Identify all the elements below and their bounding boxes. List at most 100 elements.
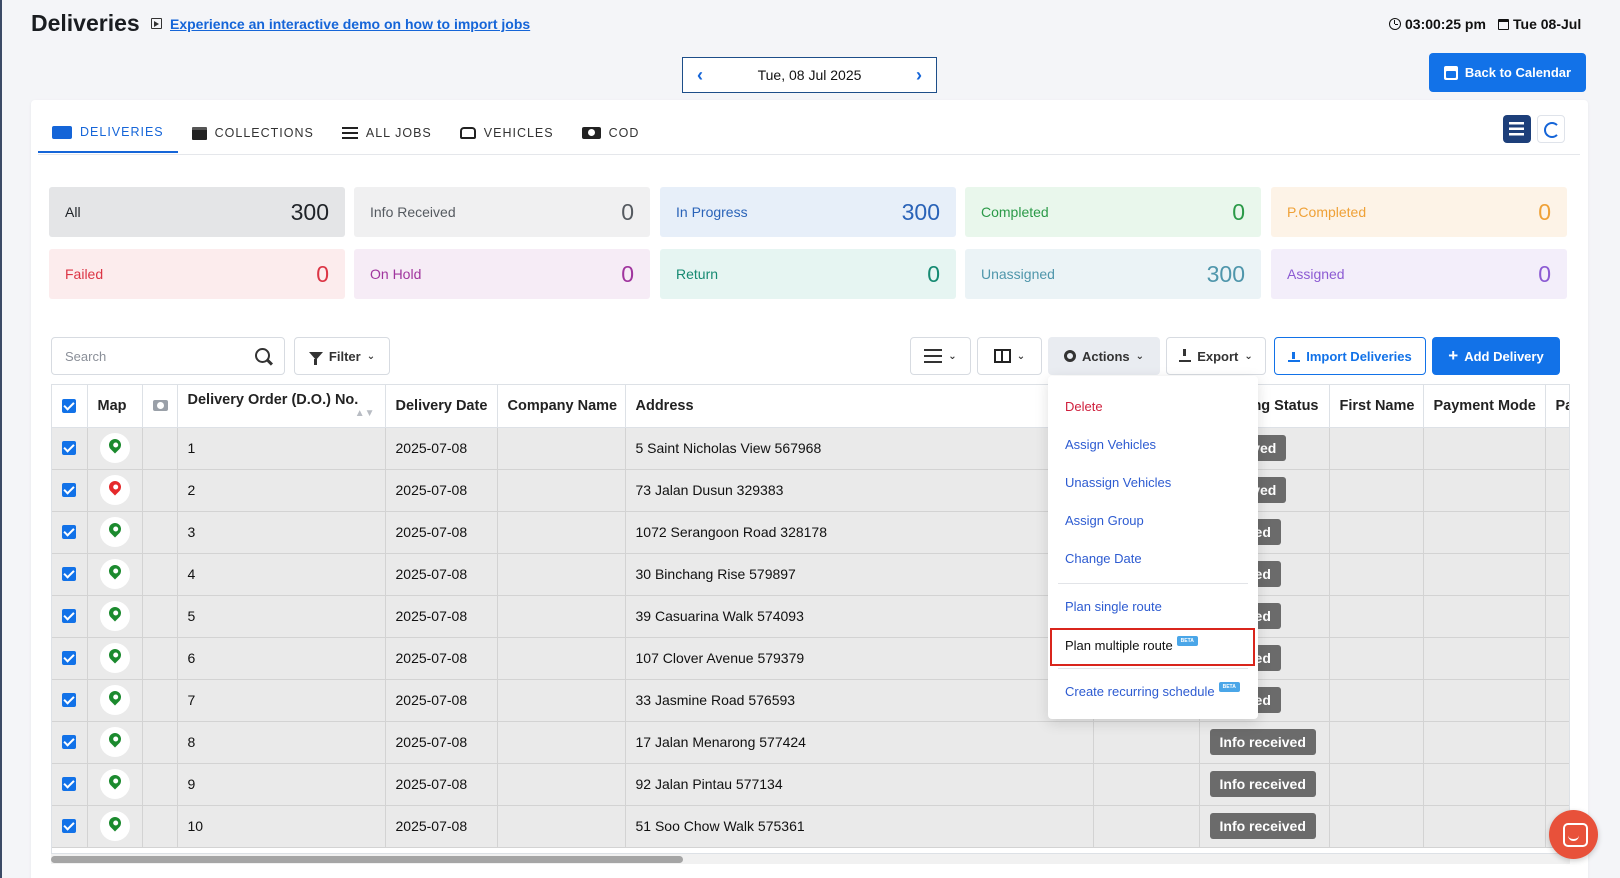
do-no-cell[interactable]: 2 [177,469,386,512]
add-delivery-button[interactable]: + Add Delivery [1432,337,1560,375]
status-tile-failed[interactable]: Failed 0 [49,249,345,299]
map-cell [87,595,143,638]
do-no-cell[interactable]: 10 [177,805,386,848]
chat-launcher-button[interactable] [1549,810,1598,859]
table-row[interactable]: 72025-07-0833 Jasmine Road 576593eceived [52,679,1569,722]
do-no-cell[interactable]: 4 [177,553,386,596]
map-pin-button[interactable] [99,769,130,799]
scrollbar-thumb[interactable] [51,856,683,863]
map-pin-button[interactable] [99,643,130,673]
map-pin-button[interactable] [99,517,130,547]
payment-mode-cell [1423,763,1546,806]
col-pa[interactable]: Pa [1545,385,1569,428]
do-no-cell[interactable]: 8 [177,721,386,764]
do-no-cell[interactable]: 3 [177,511,386,554]
row-checkbox[interactable] [62,483,77,497]
table-row[interactable]: 9 2025-07-08 92 Jalan Pintau 577134 Info re… [52,763,1569,806]
do-no-cell[interactable]: 9 [177,763,386,806]
address-cell: 33 Jasmine Road 576593 [625,679,1094,722]
do-no-cell[interactable]: 5 [177,595,386,638]
menu-item-label: Assign Vehicles [1065,437,1157,452]
tab-cod[interactable]: COD [568,113,654,153]
actions-button[interactable]: Actions ⌄ [1048,337,1160,375]
col-company-name[interactable]: Company Name [497,385,626,428]
table-row[interactable]: 42025-07-0830 Binchang Rise 579897eceive… [52,553,1569,596]
col-first-name[interactable]: First Name [1329,385,1424,428]
map-pin-button[interactable] [99,433,130,463]
tab-collections[interactable]: Collections [178,113,328,153]
map-pin-button[interactable] [99,685,130,715]
map-pin-button[interactable] [99,727,130,757]
table-row[interactable]: 8 2025-07-08 17 Jalan Menarong 577424 Info … [52,721,1569,764]
column-settings-button[interactable]: ⌄ [910,337,971,375]
horizontal-scrollbar[interactable] [51,854,1570,864]
search-input[interactable] [65,348,245,364]
menu-item-plan-single-route[interactable]: Plan single route [1065,599,1162,614]
first-name-cell [1329,763,1424,806]
prev-date-button[interactable]: ‹ [697,65,703,86]
menu-item-delete[interactable]: Delete [1065,399,1103,414]
do-no-cell[interactable]: 7 [177,679,386,722]
tab-deliveries[interactable]: Deliveries [38,113,178,153]
row-checkbox[interactable] [62,609,77,623]
row-checkbox[interactable] [62,777,77,791]
row-checkbox[interactable] [62,819,77,833]
map-pin-button[interactable] [99,811,130,841]
status-tile-in-progress[interactable]: In Progress 300 [660,187,956,237]
chevron-down-icon: ⌄ [1016,350,1026,362]
list-view-button[interactable] [1503,115,1531,143]
table-row[interactable]: 52025-07-0839 Casuarina Walk 574093eceiv… [52,595,1569,638]
selected-date[interactable]: Tue, 08 Jul 2025 [758,67,862,83]
table-row[interactable]: 12025-07-085 Saint Nicholas View 567968r… [52,427,1569,470]
highlight-box [1050,628,1255,666]
tab-all-jobs[interactable]: All Jobs [328,113,446,153]
do-no-cell[interactable]: 1 [177,427,386,470]
status-tile-on-hold[interactable]: On Hold 0 [354,249,650,299]
menu-item-assign-vehicles[interactable]: Assign Vehicles [1065,437,1156,452]
status-tile-info-received[interactable]: Info Received 0 [354,187,650,237]
menu-item-create-recurring-schedule[interactable]: Create recurring schedule BETA [1065,682,1240,699]
menu-item-change-date[interactable]: Change Date [1065,551,1142,566]
row-checkbox[interactable] [62,651,77,665]
back-to-calendar-button[interactable]: Back to Calendar [1429,53,1586,92]
next-date-button[interactable]: › [916,65,922,86]
import-deliveries-button[interactable]: Import Deliveries [1274,337,1426,375]
col-map[interactable]: Map [87,385,143,428]
map-cell [87,637,143,680]
export-button[interactable]: Export ⌄ [1166,337,1266,375]
tab-vehicles[interactable]: Vehicles [446,113,568,153]
map-pin-button[interactable] [99,475,130,505]
do-no-cell[interactable]: 6 [177,637,386,680]
table-row[interactable]: 62025-07-08107 Clover Avenue 579379eceiv… [52,637,1569,680]
column-layout-button[interactable]: ⌄ [977,337,1042,375]
status-tile-unassigned[interactable]: Unassigned 300 [965,249,1261,299]
status-tile-completed[interactable]: Completed 0 [965,187,1261,237]
row-checkbox[interactable] [62,525,77,539]
sort-icon[interactable]: ▲▼ [355,408,375,419]
status-tile-assigned[interactable]: Assigned 0 [1271,249,1567,299]
status-tile-return[interactable]: Return 0 [660,249,956,299]
table-row[interactable]: 10 2025-07-08 51 Soo Chow Walk 575361 Info … [52,805,1569,848]
row-checkbox[interactable] [62,441,77,455]
menu-item-unassign-vehicles[interactable]: Unassign Vehicles [1065,475,1171,490]
status-tile-count: 0 [1538,198,1551,225]
col-do-no[interactable]: Delivery Order (D.O.) No. ▲▼ [177,385,386,428]
col-address[interactable]: Address [625,385,1094,428]
row-checkbox[interactable] [62,693,77,707]
col-delivery-date[interactable]: Delivery Date [385,385,498,428]
map-pin-button[interactable] [99,559,130,589]
map-pin-button[interactable] [99,601,130,631]
status-tile-all[interactable]: All 300 [49,187,345,237]
demo-link[interactable]: Experience an interactive demo on how to… [170,16,530,32]
select-all-checkbox[interactable] [62,398,77,413]
row-checkbox[interactable] [62,735,77,749]
row-checkbox[interactable] [62,567,77,581]
col-payment-mode[interactable]: Payment Mode [1423,385,1546,428]
search-icon[interactable] [255,348,270,363]
refresh-button[interactable] [1537,115,1565,143]
menu-item-assign-group[interactable]: Assign Group [1065,513,1144,528]
table-row[interactable]: 32025-07-081072 Serangoon Road 328178ece… [52,511,1569,554]
table-row[interactable]: 22025-07-0873 Jalan Dusun 329383received [52,469,1569,512]
status-tile-p-completed[interactable]: P.Completed 0 [1271,187,1567,237]
filter-button[interactable]: Filter ⌄ [294,337,390,375]
